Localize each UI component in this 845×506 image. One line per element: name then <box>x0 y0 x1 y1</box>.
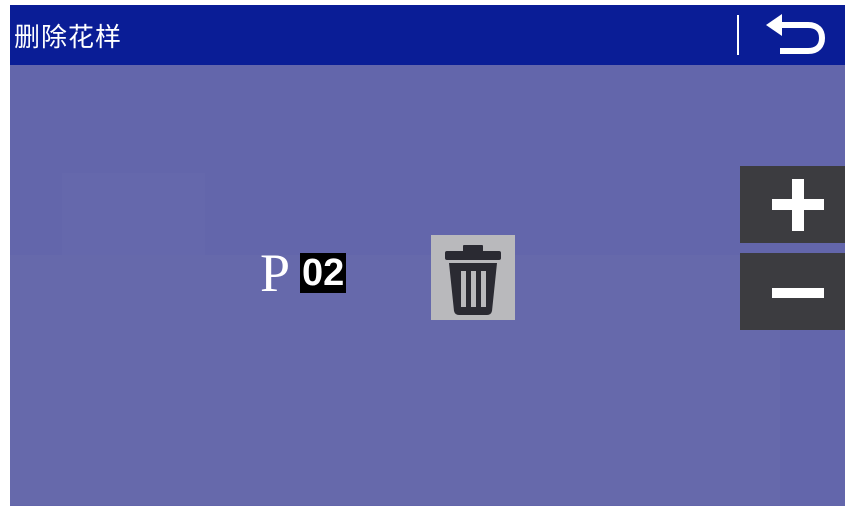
undo-arrow-icon <box>766 14 826 54</box>
title-divider <box>737 15 739 55</box>
pattern-prefix: P <box>260 243 291 303</box>
pattern-number-field[interactable]: 02 <box>300 253 347 293</box>
background-panel <box>10 255 780 505</box>
delete-pattern-screen: 删除花样 P 02 <box>10 5 845 506</box>
increment-button[interactable] <box>740 166 845 243</box>
plus-icon <box>772 179 824 231</box>
minus-icon <box>772 288 824 298</box>
background-panel <box>62 173 205 255</box>
page-title: 删除花样 <box>14 23 123 53</box>
trash-icon <box>445 245 501 315</box>
title-bar: 删除花样 <box>10 5 845 65</box>
decrement-button[interactable] <box>740 253 845 330</box>
back-button[interactable] <box>758 11 830 59</box>
delete-button[interactable] <box>431 235 515 320</box>
